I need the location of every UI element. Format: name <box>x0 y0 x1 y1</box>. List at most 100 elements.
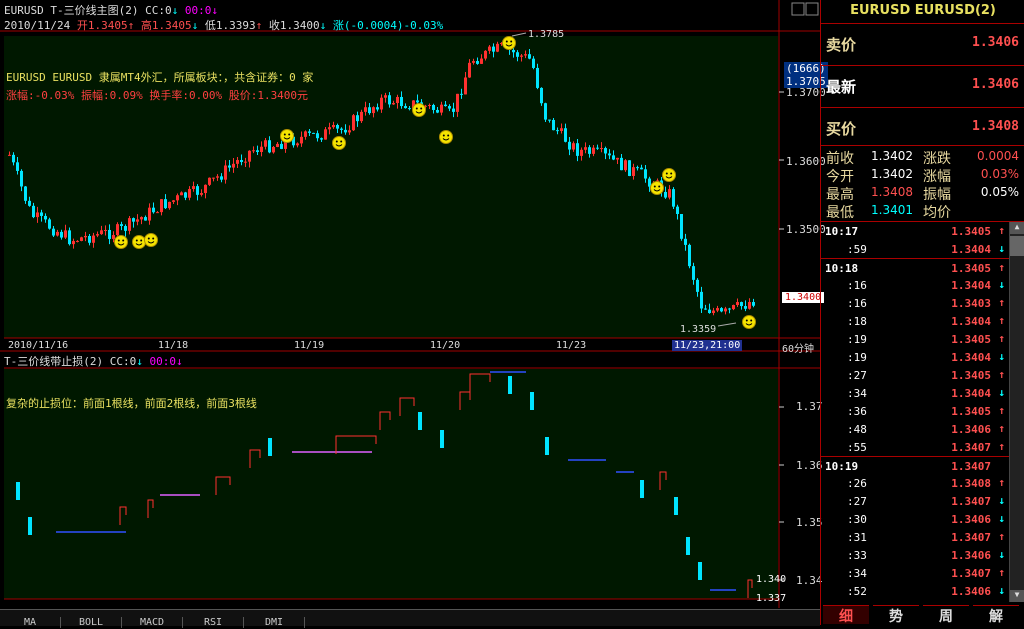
tick-row[interactable]: 10:17 1.3405 ↑ <box>821 222 1009 240</box>
arrow-up-icon: ↑ <box>998 530 1005 543</box>
tab-dmi[interactable]: DMI <box>244 617 305 628</box>
tab-rsi[interactable]: RSI <box>183 617 244 628</box>
tick-row[interactable]: :59 1.3404 ↓ <box>821 240 1009 258</box>
scroll-down-icon[interactable]: ▼ <box>1010 590 1024 602</box>
scroll-thumb[interactable] <box>1010 236 1024 256</box>
candle <box>692 266 695 280</box>
tick-row[interactable]: :34 1.3404 ↓ <box>821 384 1009 402</box>
quote-tab-3[interactable]: 解 <box>973 605 1019 625</box>
signal-smiley-icon <box>144 233 158 247</box>
tick-row[interactable]: :16 1.3404 ↓ <box>821 276 1009 294</box>
tick-row[interactable]: :52 1.3406 ↓ <box>821 582 1009 600</box>
candle <box>548 119 551 121</box>
peak-price-label: 1.3785 <box>528 29 565 40</box>
tick-row[interactable]: :31 1.3407 ↑ <box>821 528 1009 546</box>
tick-time: :52 <box>847 585 867 598</box>
tick-list-scrollbar[interactable]: ▲ ▼ <box>1009 222 1024 602</box>
candle <box>744 306 747 309</box>
tick-row[interactable]: :16 1.3403 ↑ <box>821 294 1009 312</box>
buy-price-label: 买价 <box>826 120 857 138</box>
tick-row[interactable]: :19 1.3405 ↑ <box>821 330 1009 348</box>
tick-time: 10:17 <box>825 225 859 238</box>
tick-price: 1.3407 <box>951 531 991 544</box>
candle <box>92 235 95 243</box>
main-chart-panel[interactable]: EURUSD T-三价线主图(2) CC:0↓ 00:0↓ 2010/11/24… <box>0 0 828 355</box>
tab-boll[interactable]: BOLL <box>61 617 122 628</box>
tick-row[interactable]: :55 1.3407 ↑ <box>821 438 1009 456</box>
candle <box>588 147 591 154</box>
candle <box>552 119 555 131</box>
tick-time: :34 <box>847 387 867 400</box>
price-chart-canvas[interactable] <box>0 0 820 352</box>
tick-price: 1.3406 <box>951 513 991 526</box>
candle <box>688 244 691 267</box>
tick-row[interactable]: :19 1.3404 ↓ <box>821 348 1009 366</box>
candle <box>360 111 363 122</box>
arrow-down-icon: ↓ <box>998 584 1005 597</box>
candle <box>60 231 63 238</box>
candle <box>68 230 71 245</box>
candle <box>240 160 243 163</box>
tick-row[interactable]: :33 1.3406 ↓ <box>821 546 1009 564</box>
quote-tab-0[interactable]: 细 <box>823 605 869 625</box>
candle <box>636 167 639 169</box>
candle <box>380 97 383 110</box>
tick-row[interactable]: :48 1.3406 ↑ <box>821 420 1009 438</box>
tick-row[interactable]: :36 1.3405 ↑ <box>821 402 1009 420</box>
stoploss-block <box>440 430 444 448</box>
candle <box>384 95 387 98</box>
candle <box>300 136 303 144</box>
tick-row[interactable]: :34 1.3407 ↑ <box>821 564 1009 582</box>
stoploss-chart-canvas[interactable] <box>0 352 820 608</box>
tick-row[interactable]: :27 1.3405 ↑ <box>821 366 1009 384</box>
tick-row[interactable]: :18 1.3404 ↑ <box>821 312 1009 330</box>
quote-tab-2[interactable]: 周 <box>923 605 969 625</box>
stoploss-block <box>418 412 422 430</box>
scroll-up-icon[interactable]: ▲ <box>1010 222 1024 234</box>
candle <box>48 219 51 229</box>
tick-time: :33 <box>847 549 867 562</box>
candle <box>32 205 35 218</box>
candle <box>20 170 23 187</box>
candle <box>680 213 683 239</box>
candle <box>296 143 299 146</box>
candle <box>336 125 339 129</box>
tab-ma[interactable]: MA <box>0 617 61 628</box>
stoploss-block <box>268 438 272 456</box>
tab-macd[interactable]: MACD <box>122 617 183 628</box>
time-axis-label: 11/20 <box>430 340 461 351</box>
candle <box>344 129 347 133</box>
candle <box>212 177 215 179</box>
candle <box>456 93 459 112</box>
stoploss-block <box>16 482 20 500</box>
minimize-icon <box>791 2 805 16</box>
quote-tab-1[interactable]: 势 <box>873 605 919 625</box>
stat-label: 今开 <box>826 169 854 185</box>
candle <box>248 150 251 162</box>
candle <box>696 279 699 292</box>
tick-row[interactable]: :27 1.3407 ↓ <box>821 492 1009 510</box>
sub-chart-panel[interactable]: T-三价线带止损(2) CC:0↓ 00:0↓ 复杂的止损位：前面1根线，前面2… <box>0 352 823 608</box>
candle <box>516 52 519 57</box>
candle <box>280 143 283 149</box>
candle <box>376 107 379 110</box>
candle <box>12 154 15 163</box>
candle <box>416 100 419 103</box>
candle <box>484 50 487 59</box>
arrow-up-icon: ↑ <box>998 332 1005 345</box>
tick-time: :16 <box>847 279 867 292</box>
sell-price-value: 1.3406 <box>972 35 1019 50</box>
tick-row[interactable]: 10:19 1.3407 <box>821 456 1009 475</box>
candle <box>676 206 679 214</box>
candle <box>16 162 19 171</box>
candle <box>220 176 223 180</box>
arrow-down-icon: ↓ <box>998 278 1005 291</box>
tick-row[interactable]: :30 1.3406 ↓ <box>821 510 1009 528</box>
tick-row[interactable]: :26 1.3408 ↑ <box>821 474 1009 492</box>
tick-row[interactable]: 10:18 1.3405 ↑ <box>821 258 1009 277</box>
candle <box>748 302 751 309</box>
tick-price: 1.3404 <box>951 351 991 364</box>
candle <box>216 176 219 178</box>
candle <box>396 96 399 104</box>
time-axis-label: 11/19 <box>294 340 325 351</box>
